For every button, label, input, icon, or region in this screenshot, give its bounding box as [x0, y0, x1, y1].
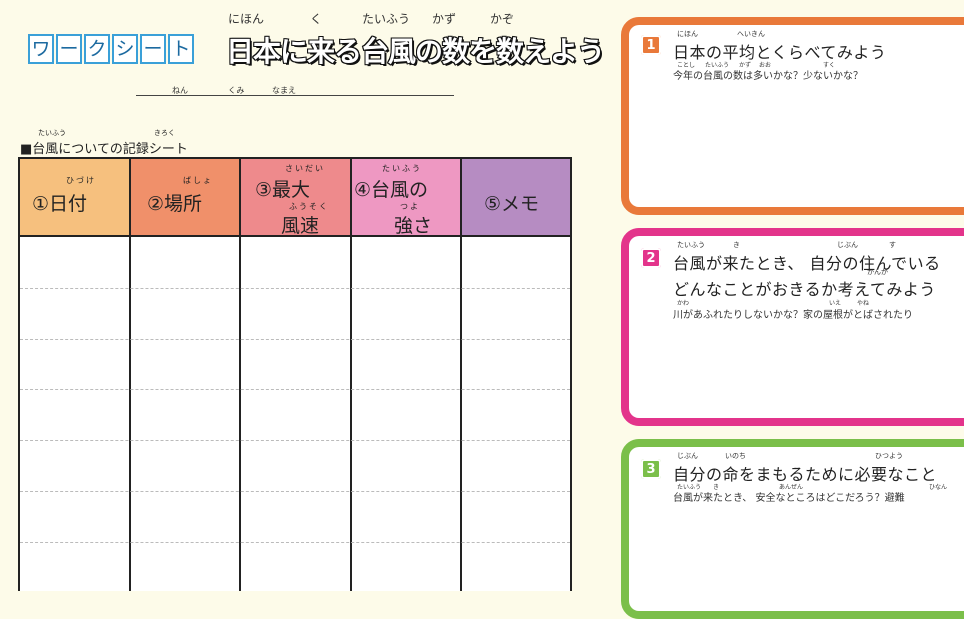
row-divider: [20, 542, 570, 543]
question-title-line2: どんなことがおきるか考えてみよう: [673, 280, 936, 299]
ruby-text: さいだい: [285, 164, 325, 173]
header-text: 風速: [281, 215, 320, 237]
ruby-text: かず: [432, 12, 457, 26]
ruby-text: じぶん: [837, 241, 858, 249]
ruby-text: へいきん: [737, 30, 765, 38]
column-divider: [350, 237, 352, 591]
header-text: ①日付: [32, 193, 88, 215]
row-divider: [20, 288, 570, 289]
question-number-badge: 1: [641, 35, 661, 55]
worksheet-char: ー: [140, 34, 166, 64]
column-divider: [239, 237, 241, 591]
ruby-text: たいふう: [38, 129, 66, 137]
worksheet-char: ト: [168, 34, 194, 64]
header-text: 強さ: [394, 215, 433, 237]
question-number-badge: 2: [641, 248, 661, 268]
header-text: ②場所: [147, 193, 203, 215]
row-divider: [20, 339, 570, 340]
question-card-3[interactable]: 3 じぶん いのち ひつよう 自分の命をまもるために必要なこと たいふう き あ…: [621, 439, 964, 619]
row-divider: [20, 440, 570, 441]
worksheet-char: ク: [84, 34, 110, 64]
worksheet-char: シ: [112, 34, 138, 64]
column-divider: [460, 237, 462, 591]
class-label: くみ: [228, 86, 245, 95]
name-label: なまえ: [272, 86, 296, 95]
ruby-text: じぶん: [677, 452, 698, 460]
question-title: 台風が来たとき、 自分の住んでいる: [673, 254, 941, 273]
header-date: ひづけ ①日付: [20, 159, 131, 237]
worksheet-label: ワ ー ク シ ー ト: [28, 34, 194, 64]
row-divider: [20, 389, 570, 390]
ruby-text: ばしょ: [183, 176, 213, 185]
header-text: ③最大: [255, 179, 311, 201]
ruby-text: ひづけ: [66, 176, 96, 185]
column-divider: [129, 237, 131, 591]
ruby-text: にほん: [677, 30, 698, 38]
ruby-text: にほん: [228, 12, 265, 26]
row-divider: [20, 491, 570, 492]
page-title: 日本に来る台風の数を数えよう: [225, 34, 606, 69]
ruby-text: たいふう: [677, 241, 705, 249]
ruby-text: す: [889, 241, 896, 249]
worksheet-char: ワ: [28, 34, 54, 64]
grade-label: ねん: [172, 86, 188, 95]
ruby-text: ひつよう: [875, 452, 903, 460]
question-card-1[interactable]: 1 にほん へいきん 日本の平均とくらべてみよう ことし たいふう かず おお …: [621, 17, 964, 215]
question-hint: 今年の台風の数は多いかな？少ないかな？: [673, 71, 863, 82]
record-sheet-caption: ■台風についての記録シート: [20, 142, 188, 157]
ruby-text: いのち: [725, 452, 746, 460]
ruby-text: き: [733, 241, 740, 249]
question-number-badge: 3: [641, 459, 661, 479]
question-card-2[interactable]: 2 たいふう き じぶん す 台風が来たとき、 自分の住んでいる かんが どんな…: [621, 228, 964, 426]
ruby-text: く: [310, 12, 323, 26]
header-max-wind: さいだい ③最大 ふうそく 風速: [241, 159, 352, 237]
header-memo: ⑤メモ: [462, 159, 570, 237]
header-place: ばしょ ②場所: [131, 159, 241, 237]
question-hint: 台風が来たとき、 安全なところはどこだろう？避難: [673, 493, 905, 504]
header-strength: たいふう ④台風の つよ 強さ: [352, 159, 462, 237]
ruby-text: たいふう: [362, 12, 411, 26]
ruby-text: かぞ: [490, 12, 515, 26]
record-table: ひづけ ①日付 ばしょ ②場所 さいだい ③最大 ふうそく 風速 たいふう ④台…: [18, 157, 572, 591]
worksheet-char: ー: [56, 34, 82, 64]
header-text: ⑤メモ: [484, 193, 540, 215]
ruby-text: たいふう: [382, 164, 422, 173]
ruby-text: きろく: [154, 129, 175, 137]
question-hint: 川があふれたりしないかな？家の屋根がとばされたり: [673, 310, 913, 321]
header-text: ④台風の: [354, 179, 429, 201]
ruby-text: ひなん: [929, 484, 948, 491]
